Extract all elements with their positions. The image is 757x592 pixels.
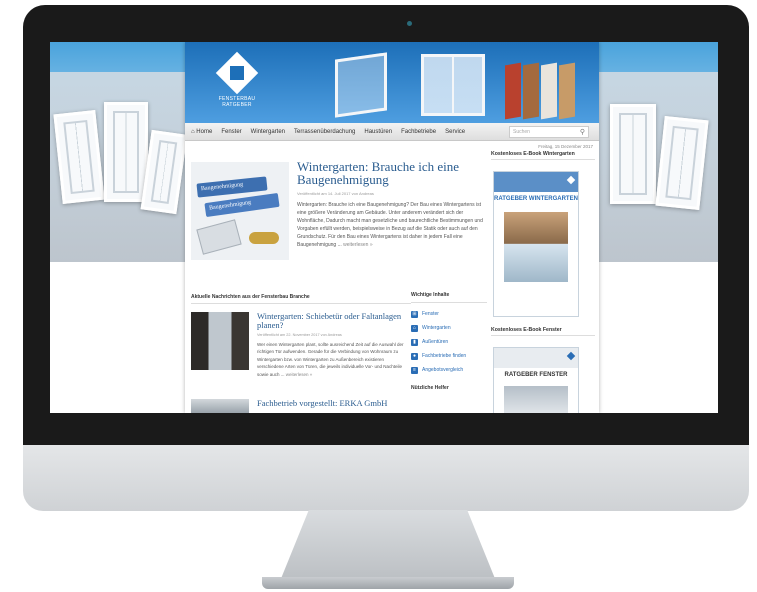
binder-label: Baugenehmigung: [204, 192, 280, 218]
document-icon: ≡: [411, 366, 418, 374]
window-profile-image: [505, 62, 521, 120]
important-content: Wichtige Inhalte ⊞ Fenster ⌂ Wintergarten …: [411, 292, 487, 391]
featured-title[interactable]: Wintergarten: Brauche ich eine Baugenehm…: [297, 160, 477, 186]
search-input[interactable]: Suchen ⚲: [509, 126, 589, 138]
ebook-cover-top: [494, 172, 578, 192]
window-decoration: [610, 104, 656, 204]
search-placeholder: Suchen: [513, 129, 530, 135]
website-page: FENSTERBAU RATGEBER ⌂ Home Fenster Winte…: [185, 42, 599, 413]
window-profile-image: [523, 62, 539, 120]
nav-item-terrassenueberdachung[interactable]: Terrassenüberdachung: [294, 129, 355, 135]
current-date: Freitag, 15 Dezember 2017: [538, 144, 593, 149]
featured-article: Baugenehmigung Baugenehmigung Wintergart…: [191, 160, 485, 260]
imac-mockup: FENSTERBAU RATGEBER ⌂ Home Fenster Winte…: [0, 0, 757, 592]
ebook-wintergarten-cover[interactable]: RATGEBER WINTERGARTEN: [493, 171, 579, 317]
calculator-image: [196, 219, 242, 255]
news-title[interactable]: Fachbetrieb vorgestellt: ERKA GmbH: [257, 399, 407, 408]
window-logo-icon: [215, 51, 259, 95]
camera-dot: [407, 21, 412, 26]
news-title[interactable]: Wintergarten: Schiebetür oder Faltanlage…: [257, 312, 407, 330]
ebook-photo: [504, 386, 568, 413]
monitor-foot: [262, 577, 514, 589]
ebook-photo: [504, 212, 568, 282]
window-profile-image: [541, 62, 557, 120]
important-link-aussentueren[interactable]: ▮ Außentüren: [411, 335, 487, 349]
site-logo[interactable]: FENSTERBAU RATGEBER: [215, 51, 259, 116]
news-thumbnail[interactable]: [191, 312, 249, 370]
nav-item-fachbetriebe[interactable]: Fachbetriebe: [401, 129, 436, 135]
logo-text-line2: RATGEBER: [222, 102, 252, 108]
site-header: FENSTERBAU RATGEBER: [185, 42, 599, 123]
nav-item-service[interactable]: Service: [445, 129, 465, 135]
monitor-stand: [278, 510, 498, 586]
header-window-image: [421, 54, 485, 116]
monitor-screen: FENSTERBAU RATGEBER ⌂ Home Fenster Winte…: [50, 42, 718, 413]
link-label: Fachbetriebe finden: [422, 353, 467, 359]
link-label: Wintergarten: [422, 325, 451, 331]
link-label: Fenster: [422, 311, 439, 317]
important-link-wintergarten[interactable]: ⌂ Wintergarten: [411, 321, 487, 335]
read-more-link[interactable]: weiterlesen »: [286, 372, 313, 377]
featured-thumbnail[interactable]: Baugenehmigung Baugenehmigung: [191, 162, 289, 260]
house-icon: ⌂: [411, 324, 418, 332]
helper-heading: Nützliche Helfer: [411, 385, 449, 391]
news-text: Wer einen Wintergarten plant, sollte aus…: [257, 342, 404, 377]
search-icon[interactable]: ⚲: [580, 128, 585, 136]
nav-label: Home: [196, 128, 213, 135]
featured-meta: Veröffentlicht am 14. Juli 2017 von Andr…: [297, 191, 374, 196]
window-logo-icon: [566, 175, 576, 185]
ebook-fenster-cover[interactable]: RATGEBER FENSTER: [493, 347, 579, 413]
person-icon: ●: [411, 352, 418, 360]
binder-label: Baugenehmigung: [196, 176, 268, 198]
window-decoration: [655, 115, 709, 211]
ebook2-title: RATGEBER FENSTER: [504, 372, 568, 378]
monitor-chin: [23, 445, 749, 511]
read-more-link[interactable]: weiterlesen »: [343, 242, 372, 248]
ebook1-heading: Kostenloses E-Book Wintergarten: [491, 151, 595, 160]
nav-item-haustueren[interactable]: Haustüren: [364, 129, 392, 135]
door-icon: ▮: [411, 338, 418, 346]
divider: [411, 302, 487, 303]
important-link-angebotsvergleich[interactable]: ≡ Angebotsvergleich: [411, 363, 487, 377]
ebook1-title: RATGEBER WINTERGARTEN: [494, 196, 578, 202]
window-decoration: [104, 102, 148, 202]
news-excerpt: Wer einen Wintergarten plant, sollte aus…: [257, 341, 407, 378]
link-label: Außentüren: [422, 339, 449, 345]
news-meta: Veröffentlicht am 22. November 2017 von …: [257, 333, 342, 337]
news-item: Wintergarten: Schiebetür oder Faltanlage…: [191, 312, 411, 390]
ebook-cover-top: [494, 348, 578, 368]
featured-text: Wintergarten: Brauche ich eine Baugenehm…: [297, 202, 483, 248]
header-window-image: [335, 52, 387, 118]
important-link-fenster[interactable]: ⊞ Fenster: [411, 307, 487, 321]
coins-image: [249, 232, 279, 244]
sidebar: Kostenloses E-Book Wintergarten RATGEBER…: [491, 151, 595, 413]
nav-item-fenster[interactable]: Fenster: [221, 129, 241, 135]
divider: [191, 303, 411, 304]
ebook2-heading: Kostenloses E-Book Fenster: [491, 327, 595, 336]
link-label: Angebotsvergleich: [422, 367, 464, 373]
news-thumbnail[interactable]: [191, 399, 249, 413]
important-link-fachbetriebe[interactable]: ● Fachbetriebe finden: [411, 349, 487, 363]
nav-item-wintergarten[interactable]: Wintergarten: [251, 129, 285, 135]
featured-excerpt: Wintergarten: Brauche ich eine Baugenehm…: [297, 201, 483, 249]
window-profile-image: [559, 62, 575, 120]
nav-item-home[interactable]: ⌂ Home: [191, 129, 212, 135]
important-heading: Wichtige Inhalte: [411, 292, 450, 298]
news-item: Fachbetrieb vorgestellt: ERKA GmbH: [191, 399, 411, 413]
window-logo-icon: [566, 351, 576, 361]
news-heading: Aktuelle Nachrichten aus der Fensterbau …: [191, 294, 310, 300]
window-icon: ⊞: [411, 310, 418, 318]
